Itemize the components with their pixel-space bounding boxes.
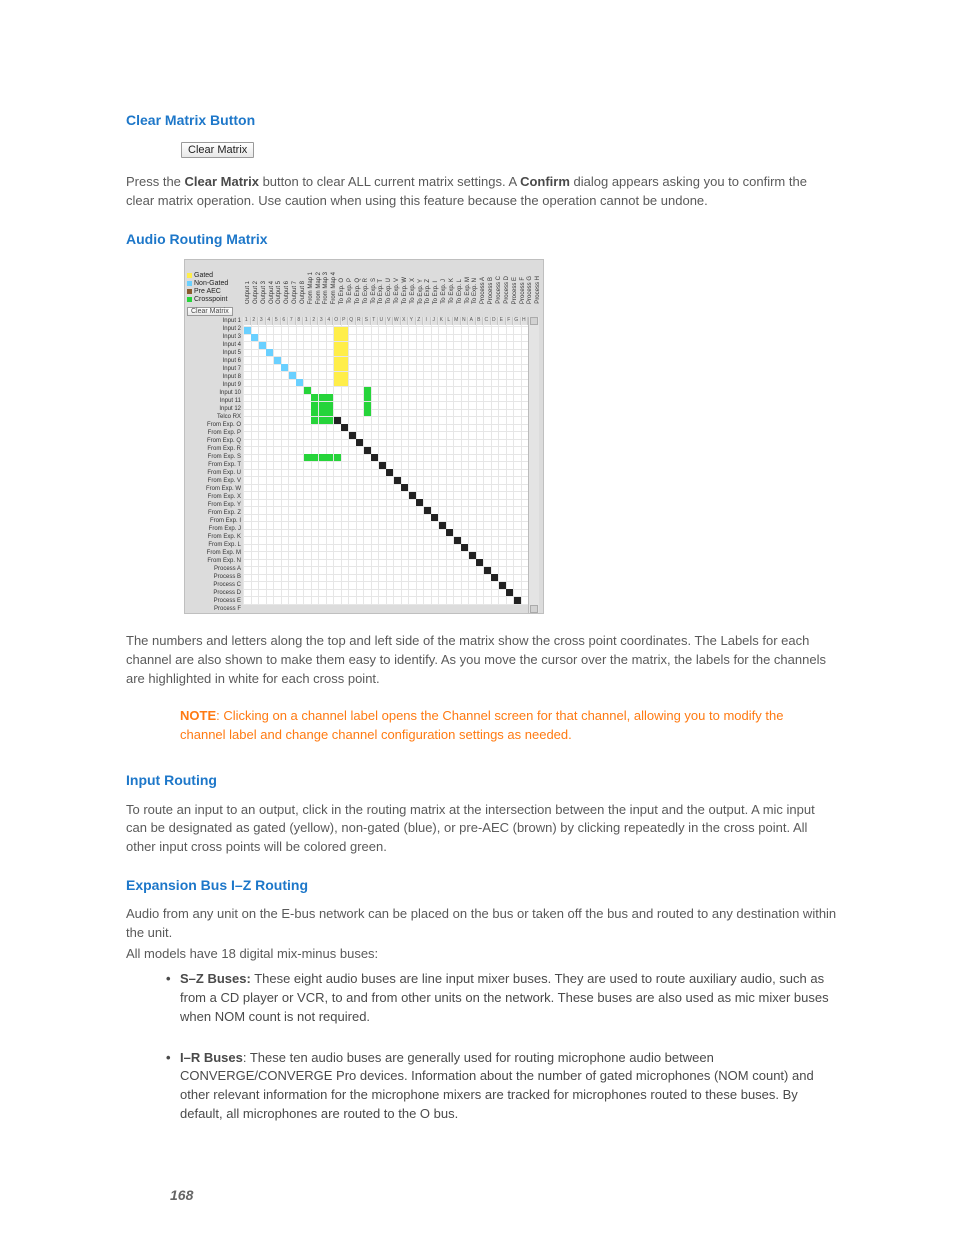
matrix-crosspoint[interactable] bbox=[326, 394, 333, 401]
note-text: NOTE: Clicking on a channel label opens … bbox=[180, 707, 838, 745]
matrix-crosspoint[interactable] bbox=[394, 477, 401, 484]
matrix-crosspoint[interactable] bbox=[439, 522, 446, 529]
matrix-crosspoint[interactable] bbox=[364, 409, 371, 416]
matrix-crosspoint[interactable] bbox=[514, 597, 521, 604]
matrix-crosspoint[interactable] bbox=[319, 394, 326, 401]
matrix-crosspoint[interactable] bbox=[341, 334, 348, 341]
heading-audio-matrix: Audio Routing Matrix bbox=[126, 229, 838, 249]
matrix-crosspoint[interactable] bbox=[364, 387, 371, 394]
matrix-grid[interactable]: 123456781234OPQRSTUVWXYZIJKLMNABCDEFGH bbox=[243, 317, 528, 604]
matrix-crosspoint[interactable] bbox=[334, 379, 341, 386]
matrix-crosspoint[interactable] bbox=[491, 574, 498, 581]
matrix-crosspoint[interactable] bbox=[326, 402, 333, 409]
matrix-crosspoint[interactable] bbox=[349, 432, 356, 439]
clear-matrix-button-graphic: Clear Matrix bbox=[181, 140, 838, 159]
clear-matrix-button[interactable]: Clear Matrix bbox=[181, 142, 254, 158]
matrix-crosspoint[interactable] bbox=[506, 589, 513, 596]
expansion-paragraph-2: All models have 18 digital mix-minus bus… bbox=[126, 945, 838, 964]
matrix-crosspoint[interactable] bbox=[484, 567, 491, 574]
matrix-crosspoint[interactable] bbox=[499, 582, 506, 589]
matrix-crosspoint[interactable] bbox=[311, 417, 318, 424]
matrix-crosspoint[interactable] bbox=[334, 364, 341, 371]
matrix-crosspoint[interactable] bbox=[401, 484, 408, 491]
bus-list: S–Z Buses: These eight audio buses are l… bbox=[166, 970, 838, 1146]
matrix-crosspoint[interactable] bbox=[341, 372, 348, 379]
matrix-crosspoint[interactable] bbox=[469, 552, 476, 559]
matrix-crosspoint[interactable] bbox=[326, 409, 333, 416]
legend-pre-aec: Pre AEC bbox=[187, 288, 243, 296]
matrix-crosspoint[interactable] bbox=[364, 447, 371, 454]
matrix-crosspoint[interactable] bbox=[356, 439, 363, 446]
matrix-crosspoint[interactable] bbox=[311, 394, 318, 401]
legend-non-gated: Non-Gated bbox=[187, 280, 243, 288]
matrix-crosspoint[interactable] bbox=[319, 402, 326, 409]
input-routing-paragraph: To route an input to an output, click in… bbox=[126, 801, 838, 858]
matrix-crosspoint[interactable] bbox=[244, 327, 251, 334]
bus-list-item-ir: I–R Buses: These ten audio buses are gen… bbox=[166, 1049, 838, 1146]
page-number: 168 bbox=[170, 1185, 193, 1205]
matrix-crosspoint[interactable] bbox=[334, 334, 341, 341]
matrix-crosspoint[interactable] bbox=[274, 357, 281, 364]
heading-expansion-bus: Expansion Bus I–Z Routing bbox=[126, 875, 838, 895]
matrix-crosspoint[interactable] bbox=[341, 379, 348, 386]
matrix-crosspoint[interactable] bbox=[266, 349, 273, 356]
matrix-crosspoint[interactable] bbox=[341, 424, 348, 431]
matrix-crosspoint[interactable] bbox=[461, 544, 468, 551]
bus-list-item-sz: S–Z Buses: These eight audio buses are l… bbox=[166, 970, 838, 1049]
matrix-crosspoint[interactable] bbox=[311, 402, 318, 409]
matrix-crosspoint[interactable] bbox=[251, 334, 258, 341]
expansion-paragraph-1: Audio from any unit on the E-bus network… bbox=[126, 905, 838, 943]
matrix-column-labels: Output 1Output 2Output 3Output 4Output 5… bbox=[245, 272, 543, 306]
matrix-crosspoint[interactable] bbox=[334, 417, 341, 424]
matrix-crosspoint[interactable] bbox=[386, 469, 393, 476]
matrix-crosspoint[interactable] bbox=[341, 327, 348, 334]
matrix-crosspoint[interactable] bbox=[364, 402, 371, 409]
matrix-crosspoint[interactable] bbox=[311, 409, 318, 416]
matrix-crosspoint[interactable] bbox=[454, 537, 461, 544]
matrix-crosspoint[interactable] bbox=[341, 349, 348, 356]
legend-gated: Gated bbox=[187, 272, 243, 280]
matrix-crosspoint[interactable] bbox=[259, 342, 266, 349]
matrix-crosspoint[interactable] bbox=[341, 357, 348, 364]
matrix-crosspoint[interactable] bbox=[334, 349, 341, 356]
matrix-crosspoint[interactable] bbox=[424, 507, 431, 514]
matrix-crosspoint[interactable] bbox=[311, 454, 318, 461]
matrix-crosspoint[interactable] bbox=[304, 387, 311, 394]
matrix-crosspoint[interactable] bbox=[296, 379, 303, 386]
heading-input-routing: Input Routing bbox=[126, 770, 838, 790]
clear-matrix-paragraph: Press the Clear Matrix button to clear A… bbox=[126, 173, 838, 211]
matrix-description: The numbers and letters along the top an… bbox=[126, 632, 838, 689]
matrix-crosspoint[interactable] bbox=[431, 514, 438, 521]
matrix-scrollbar[interactable] bbox=[528, 317, 539, 613]
matrix-crosspoint[interactable] bbox=[319, 454, 326, 461]
matrix-crosspoint[interactable] bbox=[326, 454, 333, 461]
matrix-crosspoint[interactable] bbox=[334, 454, 341, 461]
matrix-crosspoint[interactable] bbox=[319, 417, 326, 424]
matrix-crosspoint[interactable] bbox=[476, 559, 483, 566]
matrix-row-labels: Input 1Input 2Input 3Input 4Input 5Input… bbox=[185, 317, 243, 613]
matrix-crosspoint[interactable] bbox=[379, 462, 386, 469]
matrix-crosspoint[interactable] bbox=[416, 499, 423, 506]
matrix-crosspoint[interactable] bbox=[341, 342, 348, 349]
audio-routing-matrix-screenshot: Gated Non-Gated Pre AEC Crosspoint Outpu… bbox=[184, 259, 838, 614]
matrix-clear-button[interactable]: Clear Matrix bbox=[187, 307, 233, 316]
matrix-crosspoint[interactable] bbox=[289, 372, 296, 379]
legend-crosspoint: Crosspoint bbox=[187, 296, 243, 304]
matrix-crosspoint[interactable] bbox=[334, 342, 341, 349]
matrix-crosspoint[interactable] bbox=[334, 327, 341, 334]
matrix-crosspoint[interactable] bbox=[334, 357, 341, 364]
matrix-crosspoint[interactable] bbox=[371, 454, 378, 461]
matrix-crosspoint[interactable] bbox=[341, 364, 348, 371]
matrix-crosspoint[interactable] bbox=[334, 372, 341, 379]
matrix-crosspoint[interactable] bbox=[326, 417, 333, 424]
matrix-crosspoint[interactable] bbox=[319, 409, 326, 416]
matrix-legend: Gated Non-Gated Pre AEC Crosspoint bbox=[185, 270, 245, 306]
matrix-crosspoint[interactable] bbox=[364, 394, 371, 401]
matrix-crosspoint[interactable] bbox=[281, 364, 288, 371]
matrix-crosspoint[interactable] bbox=[409, 492, 416, 499]
matrix-crosspoint[interactable] bbox=[304, 454, 311, 461]
matrix-crosspoint[interactable] bbox=[446, 529, 453, 536]
heading-clear-matrix: Clear Matrix Button bbox=[126, 110, 838, 130]
